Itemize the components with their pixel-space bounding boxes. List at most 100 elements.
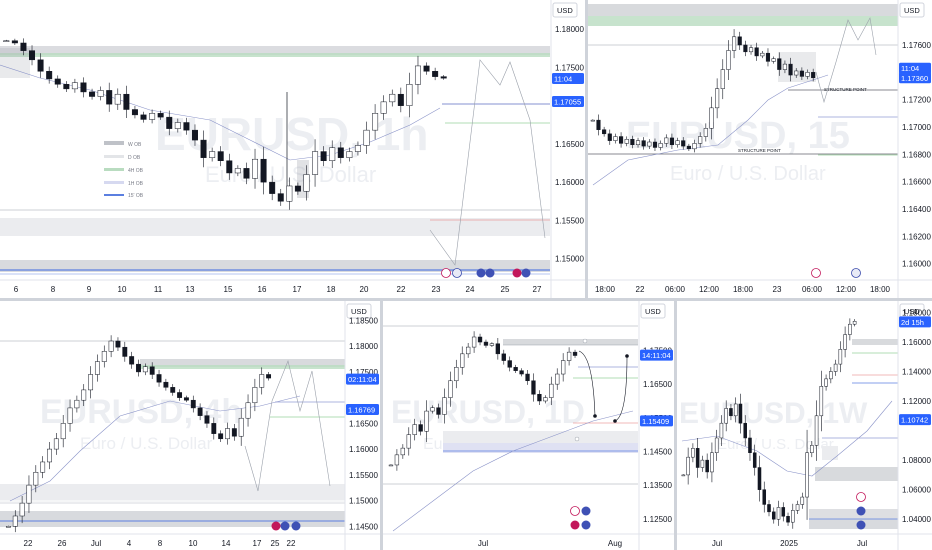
- watermark: EURUSD, 1W Euro / U.S. Dollar: [679, 397, 868, 453]
- candle-body: [767, 504, 771, 513]
- candle-body: [686, 145, 691, 150]
- candle-body: [157, 113, 164, 118]
- candle-body: [489, 343, 495, 346]
- candle-body: [115, 340, 121, 348]
- price-tag-label: 2d 15h: [901, 318, 924, 327]
- candle-body: [312, 151, 319, 175]
- x-tick-label: 25: [501, 285, 510, 294]
- candle-body: [607, 133, 612, 141]
- chart-svg-1w[interactable]: EURUSD, 1W Euro / U.S. Dollar USD 1.1800…: [677, 301, 932, 550]
- candle-body: [602, 129, 607, 135]
- candle-body: [46, 71, 53, 80]
- candle-body: [337, 147, 344, 158]
- candle-body: [149, 366, 155, 375]
- legend-item-3: 1H OB: [128, 181, 144, 187]
- candle-body: [259, 374, 265, 388]
- y-tick-label: 1.06000: [902, 486, 931, 495]
- legend-item-4: 15' OB: [128, 193, 144, 199]
- y-tick-label: 1.16000: [349, 445, 378, 454]
- y-tick-label: 1.14500: [349, 522, 378, 531]
- candle-body: [788, 63, 793, 76]
- y-tick-label: 1.17600: [902, 41, 931, 50]
- candle-body: [566, 351, 572, 361]
- chart-panel-1w: EURUSD, 1W Euro / U.S. Dollar USD 1.1800…: [677, 301, 932, 550]
- legend: W OB D OB 4H OB 1H OB 15' OB: [104, 141, 144, 199]
- candle-body: [12, 515, 18, 527]
- candle-body: [652, 141, 658, 148]
- candle-body: [466, 346, 471, 355]
- candle-body: [700, 459, 705, 468]
- x-tick-label: 23: [432, 285, 441, 294]
- candle-body: [726, 50, 731, 70]
- y-tick-label: 1.16500: [643, 380, 672, 389]
- x-tick-label: 15: [224, 285, 233, 294]
- candle-body: [771, 511, 776, 520]
- zones: [0, 46, 550, 275]
- y-tick-label: 1.15000: [555, 255, 584, 264]
- x-tick-label: 17: [293, 285, 302, 294]
- candle-body: [848, 323, 852, 335]
- chart-svg-1h[interactable]: EURUSD, 1h Euro / U.S. Dollar W OB D OB …: [0, 0, 585, 298]
- x-tick-label: 18: [327, 285, 336, 294]
- candle-body: [260, 158, 267, 183]
- x-tick-label: 18:00: [870, 285, 891, 294]
- y-tick-label: 1.16000: [555, 178, 584, 187]
- candle-body: [732, 36, 737, 51]
- candle-body: [252, 158, 259, 179]
- currency-label: USD: [557, 6, 573, 15]
- chart-svg-4h[interactable]: EURUSD, 4h Euro / U.S. Dollar USD 1.1850…: [0, 301, 380, 550]
- candle-body: [432, 71, 439, 77]
- x-tick-label: 11: [154, 285, 163, 294]
- candle-body: [501, 353, 506, 361]
- candle-body: [94, 361, 100, 375]
- candle-body: [217, 151, 224, 161]
- y-tick-label: 1.17200: [902, 96, 931, 105]
- candle-body: [613, 136, 618, 141]
- x-tick-label: 22: [287, 539, 296, 548]
- legend-item-0: W OB: [128, 142, 142, 148]
- candle-body: [47, 448, 52, 463]
- candle-body: [170, 387, 176, 393]
- candle-body: [681, 474, 686, 477]
- y-tick-label: 1.16800: [902, 150, 931, 159]
- chart-svg-1d[interactable]: EURUSD, 1D Euro / U.S. Dollar USD: [383, 301, 674, 550]
- candle-body: [81, 389, 87, 401]
- candle-body: [37, 59, 44, 72]
- y-tick-label: 1.16500: [555, 140, 584, 149]
- event-icons: [570, 506, 591, 530]
- candle-body: [596, 119, 601, 130]
- watermark-name: Euro / U.S. Dollar: [80, 434, 213, 453]
- chart-svg-15m[interactable]: EURUSD, 15 Euro / U.S. Dollar STRUCTURE …: [588, 0, 932, 298]
- candle-body: [819, 386, 824, 417]
- candle-body: [669, 137, 674, 145]
- currency-label: USD: [904, 6, 920, 15]
- candle-body: [686, 456, 690, 476]
- candle-body: [19, 502, 25, 517]
- x-tick-label: 8: [158, 539, 163, 548]
- candle-body: [715, 88, 720, 109]
- y-tick-label: 1.12000: [902, 397, 931, 406]
- candle-body: [166, 116, 173, 129]
- x-tick-label: 14: [222, 539, 231, 548]
- candle-body: [397, 93, 404, 106]
- x-tick-label: 12:00: [836, 285, 857, 294]
- chart-panel-1h: EURUSD, 1h Euro / U.S. Dollar W OB D OB …: [0, 0, 585, 298]
- watermark-name: Euro / U.S. Dollar: [670, 163, 826, 185]
- price-tag-label: 14:11:04: [642, 351, 671, 360]
- candle-body: [88, 374, 94, 391]
- candle-body: [243, 168, 250, 179]
- y-tick-label: 1.15500: [349, 471, 378, 480]
- candle-body: [714, 437, 719, 453]
- candle-body: [754, 47, 759, 57]
- candle-body: [572, 351, 578, 356]
- candle-body: [776, 507, 781, 520]
- candle-body: [67, 407, 73, 424]
- candle-body: [777, 58, 782, 70]
- candle-body: [641, 140, 646, 147]
- y-tick-label: 1.14000: [902, 367, 931, 376]
- x-tick-label: 10: [189, 539, 198, 548]
- event-icons: [811, 268, 861, 278]
- candle-body: [440, 76, 447, 79]
- currency-label: USD: [645, 307, 661, 316]
- candle-body: [174, 122, 181, 129]
